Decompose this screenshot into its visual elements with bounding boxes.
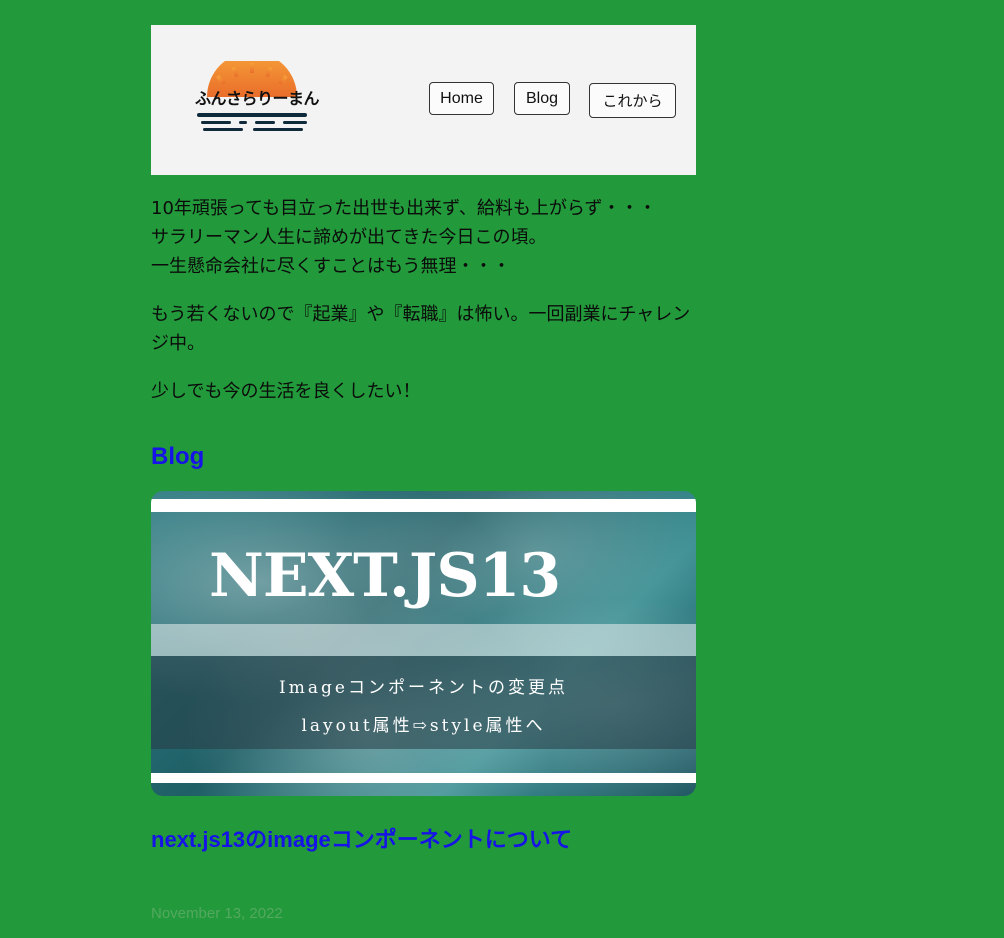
intro-line: 10年頑張っても目立った出世も出来ず、給料も上がらず・・・ (151, 198, 657, 219)
intro-line: サラリーマン人生に諦めが出てきた今日この頃。 (151, 227, 547, 248)
thumbnail-band (151, 624, 696, 656)
intro-paragraph-3: 少しでも今の生活を良くしたい！ (151, 381, 421, 402)
intro-paragraph-2: もう若くないので『起業』や『転職』は怖い。一回副業にチャレンジ中。 (151, 304, 691, 354)
site-logo[interactable]: ふんさらりーまん (193, 52, 320, 133)
nav-blog-button[interactable]: Blog (514, 82, 570, 115)
site-header: ふんさらりーまん Home Blog これから (151, 25, 696, 175)
thumbnail-title: NEXT.JS13 (209, 541, 561, 611)
intro-section: 10年頑張っても目立った出世も出来ず、給料も上がらず・・・ サラリーマン人生に諦… (151, 194, 696, 406)
blog-section-title: Blog (151, 443, 205, 470)
thumbnail-subtitle: layout属性⇨style属性へ (301, 716, 546, 736)
intro-line: 一生懸命会社に尽くすことはもう無理・・・ (151, 256, 511, 277)
thumbnail-stripe (151, 499, 696, 512)
post-date: November 13, 2022 (151, 905, 283, 922)
thumbnail-stripe (151, 773, 696, 783)
post-thumbnail[interactable]: NEXT.JS13 Imageコンポーネントの変更点 layout属性⇨styl… (151, 491, 696, 796)
post-title-link[interactable]: next.js13のimageコンポーネントについて (151, 822, 572, 854)
thumbnail-subtitle: Imageコンポーネントの変更点 (279, 678, 568, 698)
intro-paragraph-1: 10年頑張っても目立った出世も出来ず、給料も上がらず・・・ サラリーマン人生に諦… (151, 194, 696, 281)
logo-text: ふんさらりーまん (195, 89, 320, 108)
nav-future-button[interactable]: これから (589, 83, 676, 118)
nav-home-button[interactable]: Home (429, 82, 494, 115)
